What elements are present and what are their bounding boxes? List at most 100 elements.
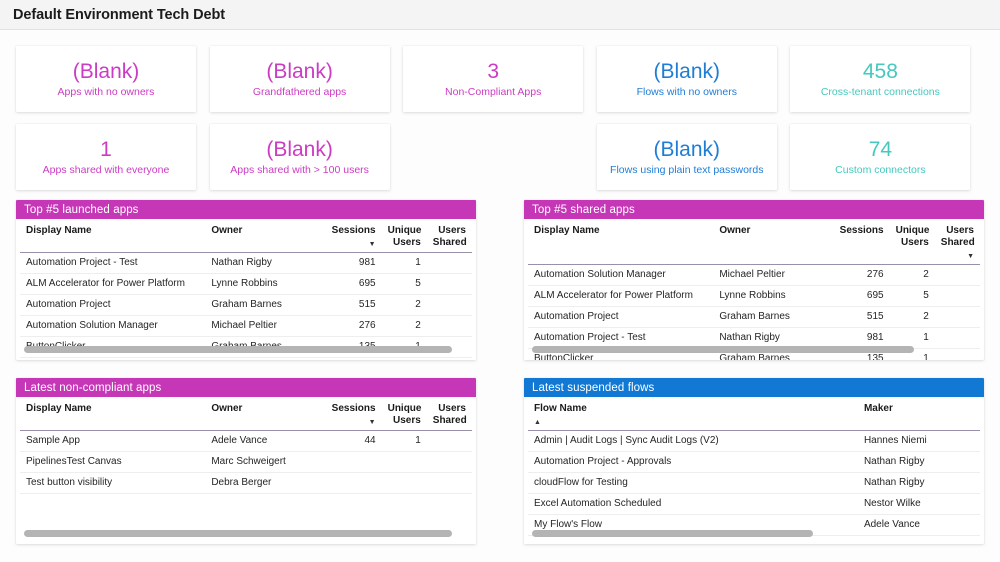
- sort-descending-icon[interactable]: ▼: [324, 240, 375, 249]
- table-row[interactable]: Automation Project - TestNathan Rigby981…: [20, 253, 472, 274]
- column-header-label: Display Name: [534, 225, 707, 237]
- table-header-row: Display Name Owner Sessions▼Unique UsersUs…: [20, 397, 472, 431]
- kpi-card[interactable]: 3Non-Compliant Apps: [403, 46, 583, 112]
- kpi-slot: (Blank)Apps shared with > 100 users: [210, 124, 403, 190]
- table-cell: 515: [826, 307, 889, 328]
- kpi-slot: 3Non-Compliant Apps: [403, 46, 596, 112]
- column-header-label: Sessions: [832, 225, 883, 237]
- horizontal-scrollbar[interactable]: [24, 530, 452, 537]
- sort-ascending-icon[interactable]: ▲: [534, 418, 852, 427]
- table-row[interactable]: Automation Project - ApprovalsNathan Rig…: [528, 452, 980, 473]
- column-header[interactable]: Sessions▼: [318, 397, 381, 431]
- table-cell: 1: [382, 253, 427, 274]
- column-header-label: Owner: [211, 225, 312, 237]
- kpi-card[interactable]: (Blank)Apps with no owners: [16, 46, 196, 112]
- table-row[interactable]: ALM Accelerator for Power PlatformLynne …: [528, 286, 980, 307]
- kpi-value: 458: [863, 59, 898, 84]
- table-row[interactable]: PipelinesTest CanvasMarc Schweigert: [20, 452, 472, 473]
- column-header[interactable]: Owner: [713, 219, 826, 265]
- table-cell: Excel Automation Scheduled: [528, 494, 858, 515]
- column-header[interactable]: Flow Name▲: [528, 397, 858, 431]
- table-cell: [427, 253, 472, 274]
- panel-header-suspended: Latest suspended flows: [524, 378, 984, 397]
- kpi-card[interactable]: 1Apps shared with everyone: [16, 124, 196, 190]
- table-cell: Debra Berger: [205, 473, 318, 494]
- table-cell: Michael Peltier: [713, 265, 826, 286]
- kpi-card[interactable]: 74 Custom connectors: [790, 124, 970, 190]
- table-cell: [427, 452, 472, 473]
- kpi-card[interactable]: 458Cross-tenant connections: [790, 46, 970, 112]
- kpi-label: Apps with no owners: [58, 86, 155, 99]
- table-header-row: Flow Name▲ Maker: [528, 397, 980, 431]
- panel-header-noncompliant: Latest non-compliant apps: [16, 378, 476, 397]
- panel-title-shared: Top #5 shared apps: [532, 204, 635, 216]
- table-cell: [935, 286, 980, 307]
- table-cell: ALM Accelerator for Power Platform: [528, 286, 713, 307]
- table-wrapper-noncompliant: Display Name Owner Sessions▼Unique UsersUs…: [16, 397, 476, 494]
- table-cell: [382, 473, 427, 494]
- kpi-card[interactable]: (Blank)Apps shared with > 100 users: [210, 124, 390, 190]
- kpi-label: Flows with no owners: [637, 86, 737, 99]
- table-cell: Lynne Robbins: [205, 274, 318, 295]
- kpi-slot: 74 Custom connectors: [790, 124, 983, 190]
- column-header-label: Display Name: [26, 225, 199, 237]
- kpi-slot: (Blank)Flows with no owners: [597, 46, 790, 112]
- page-titlebar: Default Environment Tech Debt: [0, 0, 1000, 30]
- sort-descending-icon[interactable]: ▼: [941, 252, 974, 261]
- kpi-card[interactable]: (Blank)Grandfathered apps: [210, 46, 390, 112]
- horizontal-scrollbar[interactable]: [532, 530, 813, 537]
- table-cell: Nestor Wilke: [858, 494, 980, 515]
- column-header[interactable]: Unique Users: [890, 219, 935, 265]
- column-header[interactable]: Users Shared: [427, 219, 472, 253]
- kpi-slot: (Blank)Grandfathered apps: [210, 46, 403, 112]
- kpi-row-2: 1Apps shared with everyone(Blank)Apps sh…: [16, 124, 984, 190]
- kpi-card[interactable]: (Blank)Flows with no owners: [597, 46, 777, 112]
- table-row[interactable]: Automation ProjectGraham Barnes5152: [528, 307, 980, 328]
- kpi-slot: 458Cross-tenant connections: [790, 46, 983, 112]
- table-cell: 5: [890, 286, 935, 307]
- column-header[interactable]: Users Shared▼: [935, 219, 980, 265]
- dashboard-page: Default Environment Tech Debt (Blank)App…: [0, 0, 1000, 562]
- kpi-label: Custom connectors: [835, 164, 925, 177]
- kpi-card[interactable]: (Blank)Flows using plain text passwords: [597, 124, 777, 190]
- column-header-label: Owner: [211, 403, 312, 415]
- table-row[interactable]: Automation ProjectGraham Barnes5152: [20, 295, 472, 316]
- kpi-value: 74: [869, 137, 892, 162]
- column-header[interactable]: Display Name: [528, 219, 713, 265]
- horizontal-scrollbar[interactable]: [24, 346, 452, 353]
- column-header-label: Users Shared: [433, 225, 466, 249]
- column-header[interactable]: Sessions: [826, 219, 889, 265]
- column-header[interactable]: Display Name: [20, 397, 205, 431]
- table-cell: Marc Schweigert: [205, 452, 318, 473]
- table-row[interactable]: Excel Automation ScheduledNestor Wilke: [528, 494, 980, 515]
- column-header[interactable]: Users Shared: [427, 397, 472, 431]
- table-cell: Automation Project: [20, 295, 205, 316]
- horizontal-scrollbar[interactable]: [532, 346, 914, 353]
- column-header[interactable]: Display Name: [20, 219, 205, 253]
- kpi-label: Apps shared with > 100 users: [230, 164, 369, 177]
- table-row[interactable]: Test button visibilityDebra Berger: [20, 473, 472, 494]
- panel-title-suspended: Latest suspended flows: [532, 382, 654, 394]
- table-row[interactable]: Automation Solution ManagerMichael Pelti…: [528, 265, 980, 286]
- sort-descending-icon[interactable]: ▼: [324, 418, 375, 427]
- table-row[interactable]: Sample AppAdele Vance441: [20, 431, 472, 452]
- column-header-label: Unique Users: [388, 225, 421, 249]
- column-header[interactable]: Unique Users: [382, 397, 427, 431]
- table-cell: Automation Solution Manager: [20, 316, 205, 337]
- table-row[interactable]: Automation Solution ManagerMichael Pelti…: [20, 316, 472, 337]
- table-row[interactable]: ALM Accelerator for Power PlatformLynne …: [20, 274, 472, 295]
- panel-title-noncompliant: Latest non-compliant apps: [24, 382, 161, 394]
- table-cell: 44: [318, 431, 381, 452]
- column-header[interactable]: Owner: [205, 219, 318, 253]
- column-header[interactable]: Sessions▼: [318, 219, 381, 253]
- table-row[interactable]: cloudFlow for TestingNathan Rigby: [528, 473, 980, 494]
- kpi-slot: (Blank)Apps with no owners: [16, 46, 209, 112]
- column-header-label: Maker: [864, 403, 974, 415]
- table-row[interactable]: Admin | Audit Logs | Sync Audit Logs (V2…: [528, 431, 980, 452]
- table-cell: 1: [382, 431, 427, 452]
- table-cell: Adele Vance: [205, 431, 318, 452]
- column-header[interactable]: Unique Users: [382, 219, 427, 253]
- column-header[interactable]: Maker: [858, 397, 980, 431]
- kpi-value: 3: [487, 59, 499, 84]
- column-header[interactable]: Owner: [205, 397, 318, 431]
